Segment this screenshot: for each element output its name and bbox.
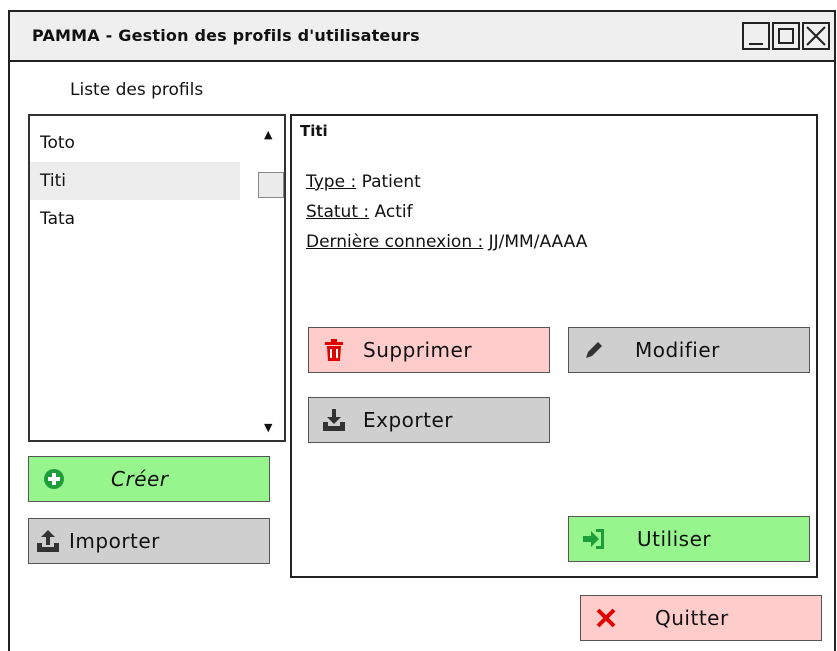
- status-value: Actif: [369, 202, 413, 222]
- plus-circle-icon: [41, 466, 67, 492]
- create-label: Créer: [111, 467, 169, 491]
- trash-icon: [321, 337, 347, 363]
- delete-label: Supprimer: [363, 338, 473, 362]
- edit-button[interactable]: Modifier: [568, 327, 810, 373]
- close-button[interactable]: [802, 22, 830, 50]
- x-icon: [593, 605, 619, 631]
- scroll-thumb[interactable]: [258, 172, 284, 198]
- app-window: PAMMA - Gestion des profils d'utilisateu…: [8, 10, 836, 651]
- window-controls: [740, 22, 830, 50]
- list-scrollbar[interactable]: ▲ ▼: [254, 116, 284, 440]
- profile-list-label: Liste des profils: [70, 80, 204, 100]
- maximize-button[interactable]: [772, 22, 800, 50]
- pencil-icon: [581, 337, 607, 363]
- title-bar: PAMMA - Gestion des profils d'utilisateu…: [10, 12, 834, 62]
- scroll-up-icon[interactable]: ▲: [264, 128, 272, 141]
- last-login-label: Dernière connexion :: [306, 232, 484, 252]
- maximize-icon: [778, 28, 794, 44]
- import-button[interactable]: Importer: [28, 518, 270, 564]
- import-label: Importer: [69, 529, 160, 553]
- profile-list[interactable]: Toto Titi Tata ▲ ▼: [28, 114, 286, 442]
- list-item-titi[interactable]: Titi: [30, 162, 240, 200]
- last-login-value: JJ/MM/AAAA: [483, 232, 588, 252]
- quit-button[interactable]: Quitter: [580, 595, 822, 641]
- use-button[interactable]: Utiliser: [568, 516, 810, 562]
- sign-in-icon: [581, 526, 607, 552]
- window-title: PAMMA - Gestion des profils d'utilisateu…: [32, 26, 420, 45]
- quit-label: Quitter: [655, 606, 729, 630]
- type-field: Type : Patient: [306, 172, 421, 192]
- create-button[interactable]: Créer: [28, 456, 270, 502]
- list-item-tata[interactable]: Tata: [30, 200, 240, 238]
- type-label: Type :: [306, 172, 357, 192]
- upload-icon: [35, 528, 61, 554]
- list-item-toto[interactable]: Toto: [30, 124, 240, 162]
- export-label: Exporter: [363, 408, 453, 432]
- use-label: Utiliser: [637, 527, 712, 551]
- minimize-icon: [749, 43, 763, 45]
- delete-button[interactable]: Supprimer: [308, 327, 550, 373]
- minimize-button[interactable]: [742, 22, 770, 50]
- close-icon: [806, 26, 826, 46]
- scroll-down-icon[interactable]: ▼: [264, 421, 272, 434]
- profile-name: Titi: [300, 122, 328, 140]
- type-value: Patient: [356, 172, 421, 192]
- profile-detail-panel: Titi Type : Patient Statut : Actif Derni…: [290, 114, 818, 578]
- export-button[interactable]: Exporter: [308, 397, 550, 443]
- status-field: Statut : Actif: [306, 202, 413, 222]
- last-login-field: Dernière connexion : JJ/MM/AAAA: [306, 232, 587, 252]
- edit-label: Modifier: [635, 338, 720, 362]
- download-icon: [321, 407, 347, 433]
- status-label: Statut :: [306, 202, 370, 222]
